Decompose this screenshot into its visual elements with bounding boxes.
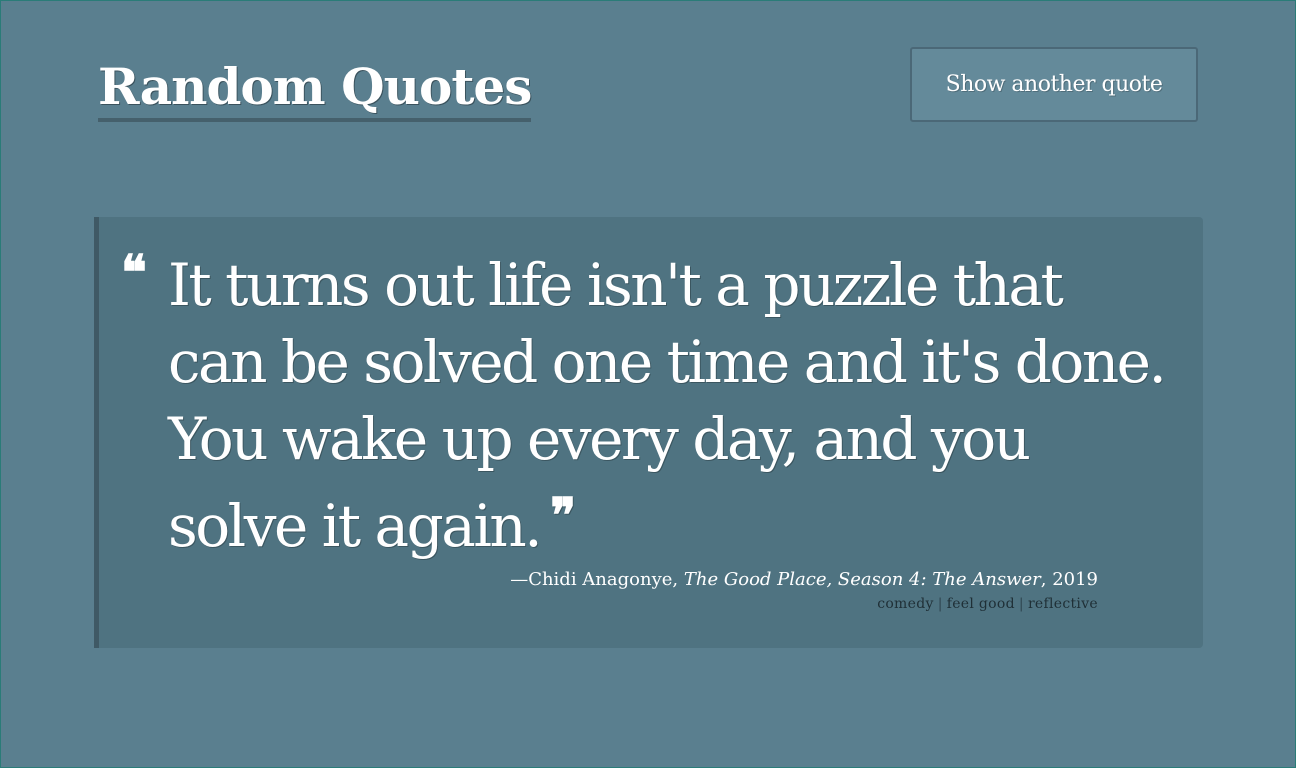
quote-tags: comedy | feel good | reflective bbox=[877, 595, 1098, 613]
show-another-quote-button[interactable]: Show another quote bbox=[910, 47, 1198, 122]
quote-text: It turns out life isn't a puzzle that ca… bbox=[168, 251, 1167, 560]
quote-author: Chidi Anagonye bbox=[528, 569, 673, 590]
quote-attribution: —Chidi Anagonye, The Good Place, Season … bbox=[510, 569, 1098, 590]
page-title: Random Quotes bbox=[98, 56, 532, 122]
open-quote-icon: ❝ bbox=[121, 245, 147, 301]
close-quote-icon: ❞ bbox=[550, 488, 577, 544]
tag-reflective: reflective bbox=[1027, 596, 1098, 612]
quote-text-block: It turns out life isn't a puzzle that ca… bbox=[168, 247, 1168, 565]
attribution-dash: — bbox=[510, 569, 529, 590]
quote-year: 2019 bbox=[1052, 569, 1098, 590]
tag-separator: | bbox=[1018, 596, 1024, 612]
quote-source: The Good Place, Season 4: The Answer bbox=[683, 569, 1041, 590]
tag-separator: | bbox=[937, 596, 943, 612]
tag-comedy: comedy bbox=[877, 596, 934, 612]
quote-card: ❝ It turns out life isn't a puzzle that … bbox=[94, 217, 1203, 648]
tag-feel-good: feel good bbox=[946, 596, 1015, 612]
